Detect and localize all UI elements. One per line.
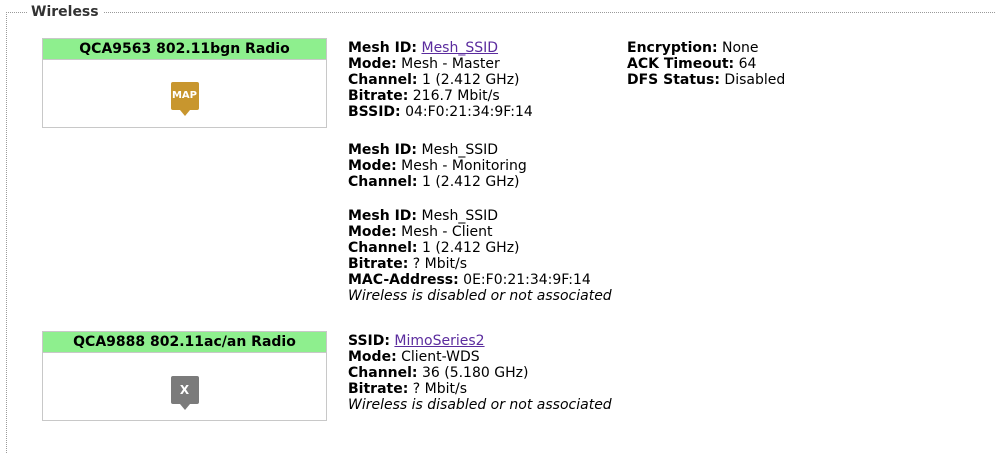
network-status: Wireless is disabled or not associated [348,397,612,413]
disabled-badge-icon: X [170,376,199,410]
map-badge-icon: MAP [170,82,199,116]
wireless-legend: Wireless [27,4,103,20]
network-mesh-client: Mesh ID: Mesh_SSID Mode: Mesh - Client C… [348,208,612,304]
mesh-ssid-link[interactable]: Mesh_SSID [421,40,498,56]
radio-card-qca9563: QCA9563 802.11bgn Radio MAP [42,38,327,128]
radio-title: QCA9563 802.11bgn Radio [43,39,326,60]
radio-title: QCA9888 802.11ac/an Radio [43,332,326,353]
network-mesh-monitoring: Mesh ID: Mesh_SSID Mode: Mesh - Monitori… [348,142,527,190]
network-status: Wireless is disabled or not associated [348,288,612,304]
radio-card-qca9888: QCA9888 802.11ac/an Radio X [42,331,327,421]
ssid-link[interactable]: MimoSeries2 [394,333,484,349]
radio-info-right: Encryption: None ACK Timeout: 64 DFS Sta… [627,40,786,88]
network-mesh-master: Mesh ID: Mesh_SSID Mode: Mesh - Master C… [348,40,533,120]
network-client-wds: SSID: MimoSeries2 Mode: Client-WDS Chann… [348,333,612,413]
